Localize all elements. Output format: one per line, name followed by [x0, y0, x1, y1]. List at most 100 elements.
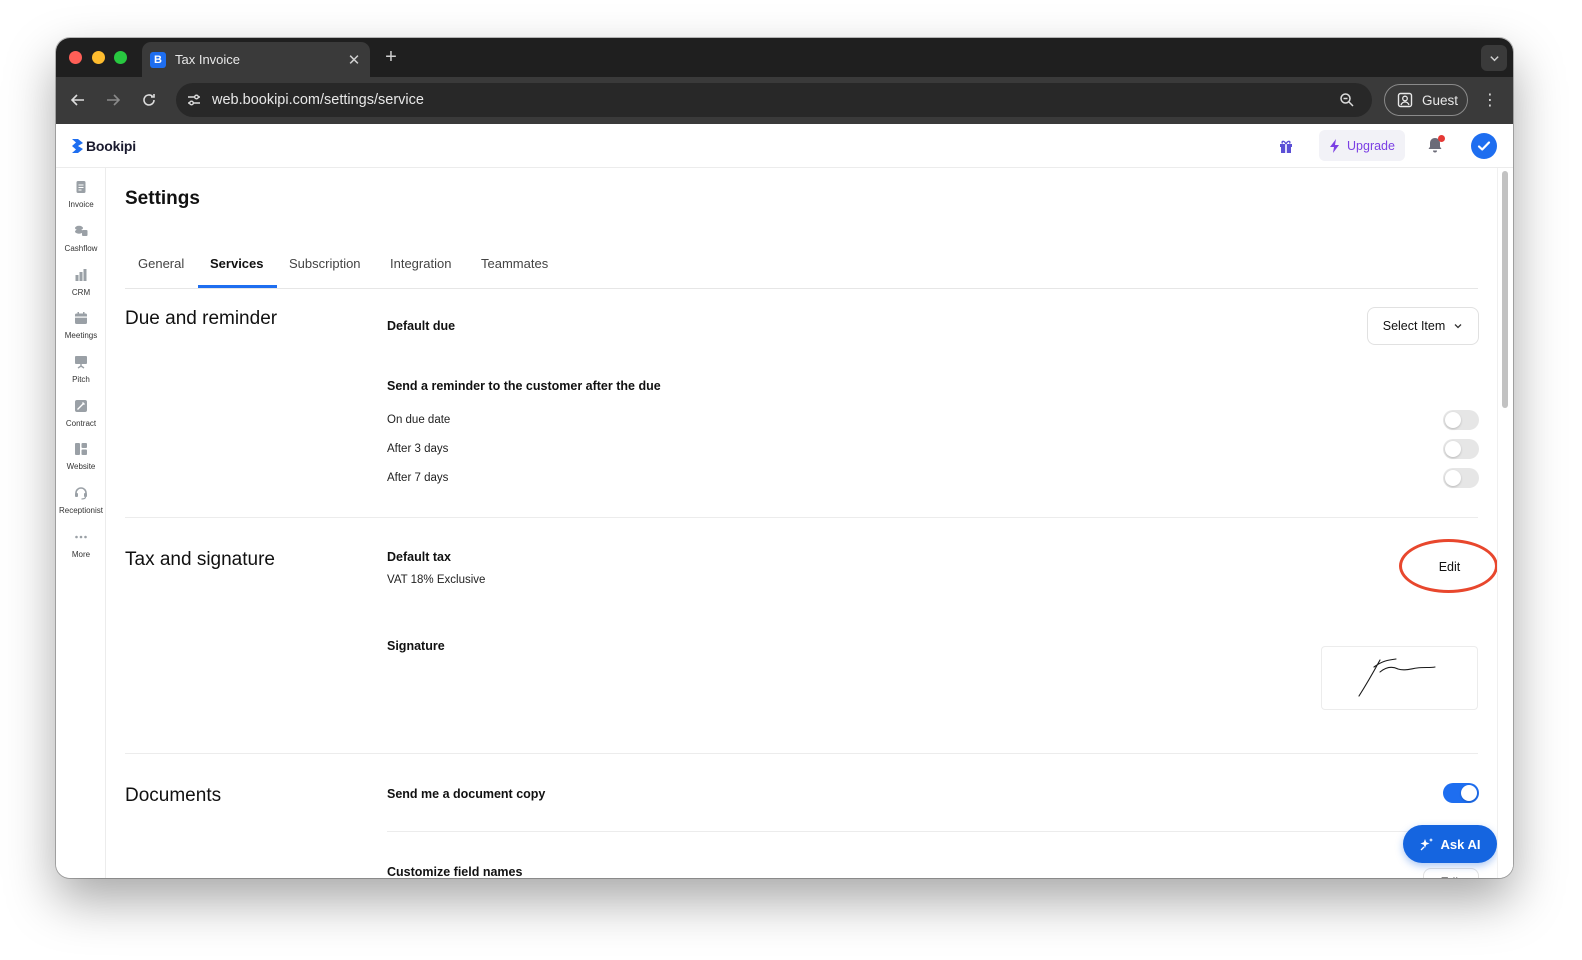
user-avatar[interactable]	[1471, 133, 1497, 159]
bookipi-logo-icon	[72, 139, 83, 153]
bookipi-favicon-icon: B	[150, 51, 166, 68]
reminder-label-7-days: After 7 days	[387, 472, 449, 484]
edit-field-names-button[interactable]: Edit	[1423, 868, 1479, 878]
cashflow-icon	[75, 225, 88, 236]
minimize-window-button[interactable]	[92, 51, 105, 64]
notification-dot	[1438, 135, 1445, 142]
content-scrollbar[interactable]	[1497, 168, 1513, 878]
meetings-icon	[75, 312, 87, 324]
sidebar-item-label: More	[71, 550, 91, 559]
checkmark-icon	[1477, 141, 1491, 151]
sidebar-item-invoice[interactable]: Invoice	[56, 180, 106, 220]
default-due-select[interactable]: Select Item	[1367, 307, 1479, 345]
profile-button[interactable]: Guest	[1384, 84, 1468, 116]
back-arrow-icon[interactable]	[66, 88, 90, 112]
tab-subscription[interactable]: Subscription	[289, 256, 361, 271]
settings-content: Settings General Services Subscription I…	[106, 168, 1497, 878]
select-value: Select Item	[1382, 319, 1446, 333]
invoice-icon	[76, 181, 86, 193]
toggle-knob	[1445, 470, 1461, 486]
page-title: Settings	[125, 188, 200, 209]
sidebar-item-label: CRM	[71, 288, 91, 297]
forward-arrow-icon[interactable]	[101, 88, 125, 112]
receptionist-icon	[75, 487, 87, 500]
scrollbar-thumb[interactable]	[1502, 171, 1508, 408]
signature-drawing	[1358, 658, 1436, 697]
ask-ai-button[interactable]: Ask AI	[1403, 825, 1497, 863]
upgrade-label: Upgrade	[1347, 138, 1395, 153]
section-divider	[125, 517, 1478, 518]
settings-tabs: General Services Subscription Integratio…	[125, 253, 1478, 289]
toggle-knob	[1461, 785, 1477, 801]
maximize-window-button[interactable]	[114, 51, 127, 64]
sidebar-item-label: Cashflow	[64, 244, 98, 253]
sidebar-item-crm[interactable]: CRM	[56, 268, 106, 308]
highlight-annotation	[1399, 539, 1497, 593]
browser-tab[interactable]: B Tax Invoice ✕	[142, 42, 370, 77]
tab-integration[interactable]: Integration	[390, 256, 451, 271]
reminder-toggle-due-date[interactable]	[1443, 410, 1479, 430]
tab-strip: B Tax Invoice ✕ +	[56, 38, 1513, 77]
default-due-label: Default due	[387, 319, 456, 333]
section-divider	[125, 753, 1478, 754]
new-tab-icon[interactable]: +	[381, 46, 401, 68]
contract-icon	[75, 400, 87, 412]
tab-title: Tax Invoice	[175, 52, 241, 67]
tab-services[interactable]: Services	[210, 256, 264, 271]
sidebar-item-meetings[interactable]: Meetings	[56, 311, 106, 351]
reminder-toggle-7-days[interactable]	[1443, 468, 1479, 488]
browser-window: B Tax Invoice ✕ + web.bookipi.com/settin…	[56, 38, 1513, 878]
sidebar-item-label: Invoice	[68, 200, 94, 209]
reminder-label-due-date: On due date	[387, 414, 451, 426]
browser-menu-icon[interactable]: ⋮	[1481, 90, 1499, 110]
upgrade-button[interactable]: Upgrade	[1319, 130, 1405, 161]
sidebar-item-label: Receptionist	[58, 506, 104, 515]
section-title-due: Due and reminder	[125, 308, 278, 329]
reminder-toggle-3-days[interactable]	[1443, 439, 1479, 459]
lightning-icon	[1330, 138, 1340, 153]
more-icon	[75, 535, 87, 539]
reminder-heading: Send a reminder to the customer after th…	[387, 379, 661, 393]
signature-preview[interactable]	[1321, 646, 1478, 710]
profile-icon	[1397, 92, 1413, 108]
toggle-knob	[1445, 441, 1461, 457]
sidebar-item-receptionist[interactable]: Receptionist	[56, 486, 106, 526]
gift-icon[interactable]	[1278, 138, 1294, 154]
section-title-tax: Tax and signature	[125, 549, 275, 570]
logo-text: Bookipi	[86, 138, 136, 154]
document-copy-toggle[interactable]	[1443, 783, 1479, 803]
sidebar-item-more[interactable]: More	[56, 530, 106, 570]
ask-ai-label: Ask AI	[1440, 836, 1481, 852]
reload-icon[interactable]	[137, 88, 161, 112]
document-copy-label: Send me a document copy	[387, 787, 546, 801]
bookipi-logo[interactable]: Bookipi	[72, 138, 136, 154]
default-tax-value: VAT 18% Exclusive	[387, 574, 486, 586]
tab-search-chevron-icon[interactable]	[1481, 45, 1507, 71]
app-header: Bookipi Upgrade	[56, 124, 1513, 168]
website-icon	[75, 443, 87, 455]
signature-label: Signature	[387, 639, 445, 653]
customize-field-names-label: Customize field names	[387, 865, 523, 878]
sidebar-item-label: Website	[66, 462, 96, 471]
sidebar-item-contract[interactable]: Contract	[56, 399, 106, 439]
zoom-icon[interactable]	[1336, 89, 1358, 111]
sidebar-item-label: Meetings	[64, 331, 98, 340]
address-bar[interactable]: web.bookipi.com/settings/service	[176, 83, 1372, 117]
tab-close-icon[interactable]: ✕	[346, 51, 362, 69]
chevron-down-icon	[1454, 324, 1462, 329]
sidebar-item-cashflow[interactable]: Cashflow	[56, 224, 106, 264]
sparkle-icon	[1420, 838, 1433, 851]
default-tax-label: Default tax	[387, 550, 451, 564]
sidebar-item-pitch[interactable]: Pitch	[56, 355, 106, 395]
url-text: web.bookipi.com/settings/service	[212, 92, 424, 108]
active-tab-indicator	[198, 285, 277, 288]
sidebar-item-label: Pitch	[72, 375, 90, 384]
close-window-button[interactable]	[69, 51, 82, 64]
tab-teammates[interactable]: Teammates	[481, 256, 548, 271]
row-divider	[387, 831, 1478, 832]
sidebar-item-website[interactable]: Website	[56, 442, 106, 482]
site-settings-icon[interactable]	[184, 90, 204, 110]
toggle-knob	[1445, 412, 1461, 428]
profile-label: Guest	[1422, 92, 1459, 108]
tab-general[interactable]: General	[138, 256, 184, 271]
